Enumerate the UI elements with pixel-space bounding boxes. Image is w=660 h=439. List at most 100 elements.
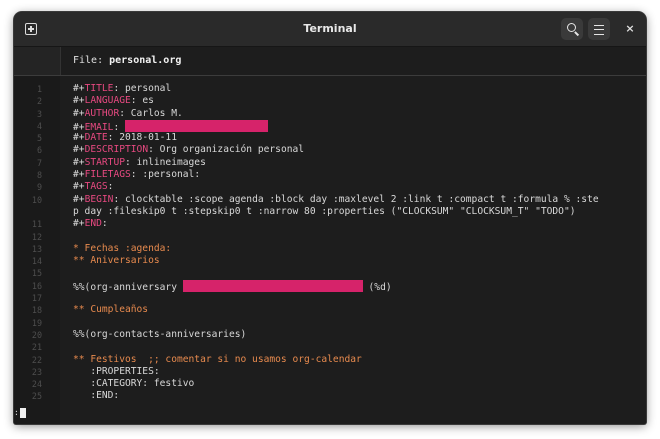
line-number: 5 (36, 133, 42, 144)
code-line: 20 %%(org-contacts-anniversaries) (14, 329, 646, 341)
hamburger-menu-icon (594, 25, 604, 35)
code-text: : 2018-01-11 (107, 132, 177, 144)
search-icon-handle (574, 31, 580, 36)
line-number: 20 (31, 329, 42, 340)
line-number: 22 (31, 354, 42, 365)
close-button[interactable]: × (622, 21, 638, 37)
code-line: 18 ** Cumpleaños (14, 304, 646, 316)
code-text: #+ (73, 107, 85, 119)
org-heading: * Fechas :agenda: (73, 242, 172, 254)
code-line: 21 (14, 341, 646, 353)
line-text: #+FILETAGS: :personal: (73, 169, 640, 181)
code-line: 16 %%(org-anniversary (%d) (14, 279, 646, 293)
title-bar: Terminal × (14, 12, 646, 47)
code-line: p day :fileskip0 t :stepskip0 t :narrow … (14, 206, 646, 218)
org-keyword: END (84, 218, 102, 230)
line-number: 10 (31, 194, 42, 205)
line-number: 2 (36, 96, 42, 107)
line-text: p day :fileskip0 t :stepskip0 t :narrow … (73, 206, 640, 218)
code-text: : (101, 218, 108, 230)
menu-button[interactable] (588, 18, 610, 40)
org-keyword: AUTHOR (84, 107, 120, 119)
code-line: 11 #+END: (14, 218, 646, 230)
code-line: 7 #+STARTUP: inlineimages (14, 157, 646, 169)
line-number: 19 (31, 317, 42, 328)
code-text: : clocktable :scope agenda :block day :m… (113, 193, 599, 205)
org-keyword: TITLE (84, 83, 114, 94)
code-text: :CATEGORY: festivo (73, 378, 195, 390)
file-contents: 1 #+TITLE: personal 2 #+LANGUAGE: es 3 #+AUTH… (14, 83, 646, 403)
code-text: p day :fileskip0 t :stepskip0 t :narrow … (73, 205, 576, 217)
org-keyword: DATE (84, 132, 108, 144)
code-line: 4 #+EMAIL: (14, 119, 646, 133)
terminal-window: Terminal × File: personal.org 1 #+TITLE: … (14, 12, 646, 424)
org-heading: ** Festivos ;; comentar si no usamos org… (73, 353, 362, 365)
code-line: 23 :PROPERTIES: (14, 366, 646, 378)
line-text: %%(org-contacts-anniversaries) (73, 329, 640, 341)
code-text: #+ (73, 132, 85, 144)
line-text: #+BEGIN: clocktable :scope agenda :block… (73, 194, 640, 206)
code-text: #+ (73, 156, 85, 168)
file-name: personal.org (109, 55, 182, 66)
line-number: 23 (31, 366, 42, 377)
line-number: 24 (31, 379, 42, 390)
code-text: : :personal: (130, 169, 201, 181)
line-text: ** Aniversarios (73, 255, 640, 267)
code-text: : Org organización personal (148, 144, 305, 156)
code-text: #+ (73, 181, 85, 193)
prompt-colon: : (14, 408, 19, 417)
code-text: : es (130, 95, 154, 107)
org-keyword: DESCRIPTION (84, 144, 149, 156)
line-number: 7 (36, 157, 42, 168)
code-line: 6 #+DESCRIPTION: Org organización persona… (14, 144, 646, 156)
line-text: #+STARTUP: inlineimages (73, 157, 640, 169)
line-text: #+DESCRIPTION: Org organización personal (73, 144, 640, 156)
line-text: #+DATE: 2018-01-11 (73, 132, 640, 144)
line-text: * Fechas :agenda: (73, 243, 640, 255)
code-line: 24 :CATEGORY: festivo (14, 378, 646, 390)
line-number: 6 (36, 145, 42, 156)
line-text: #+END: (73, 218, 640, 230)
line-text: #+TAGS: (73, 181, 640, 193)
pager-prompt[interactable]: : (14, 408, 28, 418)
line-text: #+TITLE: personal (73, 83, 640, 95)
terminal-content[interactable]: File: personal.org 1 #+TITLE: personal 2 #+… (14, 47, 646, 424)
redaction-bar (125, 119, 269, 132)
code-text: #+ (73, 144, 85, 156)
line-number: 8 (36, 170, 42, 181)
org-keyword: STARTUP (84, 156, 125, 168)
file-header: File: personal.org (14, 47, 646, 76)
code-line: 25 :END: (14, 390, 646, 402)
header-gutter (14, 47, 61, 75)
org-heading: ** Cumpleaños (73, 304, 149, 316)
line-number: 13 (31, 243, 42, 254)
line-text: #+LANGUAGE: es (73, 95, 640, 107)
org-keyword: BEGIN (84, 193, 114, 205)
code-text: :PROPERTIES: (73, 365, 160, 377)
code-line: 2 #+LANGUAGE: es (14, 95, 646, 107)
line-number: 11 (31, 219, 42, 230)
search-button[interactable] (561, 18, 583, 40)
code-line: 14 ** Aniversarios (14, 255, 646, 267)
code-text: #+ (73, 193, 85, 205)
code-text: #+ (73, 169, 85, 181)
redaction-bar (182, 279, 363, 292)
line-number: 25 (31, 391, 42, 402)
line-text: ** Festivos ;; comentar si no usamos org… (73, 354, 640, 366)
code-line: 1 #+TITLE: personal (14, 83, 646, 95)
line-text: ** Cumpleaños (73, 304, 640, 316)
window-title: Terminal (303, 22, 357, 35)
code-text: : inlineimages (125, 156, 206, 168)
code-line: 22 ** Festivos ;; comentar si no usamos o… (14, 354, 646, 366)
code-line: 17 (14, 292, 646, 304)
line-text: :END: (73, 390, 640, 402)
code-line: 15 (14, 267, 646, 279)
code-text: : Carlos M. (119, 107, 183, 119)
code-text: : (107, 181, 114, 193)
line-number: 1 (36, 84, 42, 94)
line-number: 17 (31, 293, 42, 304)
code-line: 19 (14, 317, 646, 329)
code-line: 9 #+TAGS: (14, 181, 646, 193)
line-number: 4 (36, 120, 42, 131)
file-label: File: personal.org (73, 55, 181, 66)
